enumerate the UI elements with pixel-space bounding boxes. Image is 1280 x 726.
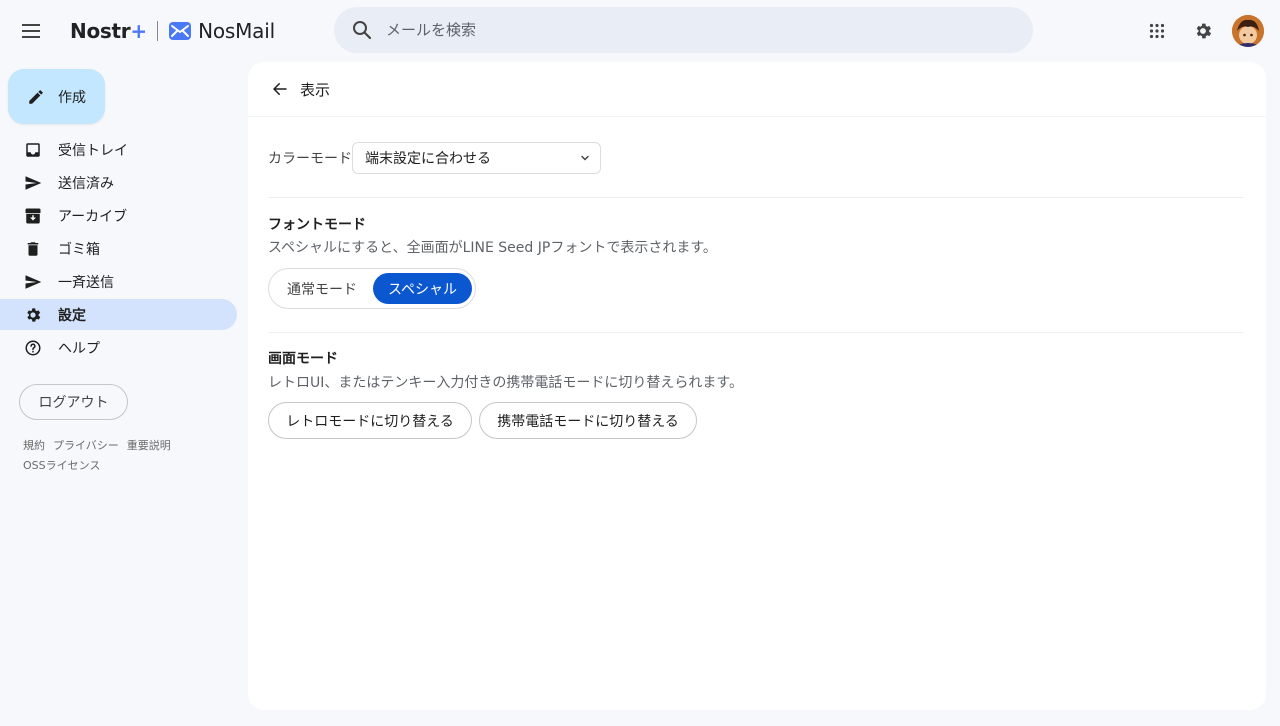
arrow-left-icon xyxy=(273,83,287,95)
compose-button[interactable]: 作成 xyxy=(8,69,105,124)
sidebar-item-label: 受信トレイ xyxy=(58,142,128,159)
apps-icon xyxy=(1149,23,1165,39)
sidebar-item-label: アーカイブ xyxy=(58,208,128,225)
brand-app-name: NosMail xyxy=(198,19,275,43)
screen-mode-title: 画面モード xyxy=(268,351,338,367)
font-mode-title: フォントモード xyxy=(268,217,366,233)
privacy-link[interactable]: プライバシー xyxy=(53,439,119,452)
sidebar-item-label: 一斉送信 xyxy=(58,274,114,291)
sidebar-item-help[interactable]: ヘルプ xyxy=(0,332,237,363)
divider xyxy=(268,332,1244,333)
color-mode-value: 端末設定に合わせる xyxy=(365,151,491,167)
search-bar[interactable] xyxy=(334,7,1033,53)
divider xyxy=(268,197,1244,198)
inbox-icon xyxy=(23,140,43,160)
brand-logo[interactable]: Nostr + NosMail xyxy=(70,16,275,46)
screen-mode-description: レトロUI、またはテンキー入力付きの携帯電話モードに切り替えられます。 xyxy=(268,375,743,391)
footer-links: 規約 プライバシー 重要説明 OSSライセンス xyxy=(23,436,179,476)
oss-license-link[interactable]: OSSライセンス xyxy=(23,459,100,472)
brand-nostr: Nostr xyxy=(70,19,131,43)
avatar[interactable] xyxy=(1232,15,1264,47)
sidebar-item-sent[interactable]: 送信済み xyxy=(0,167,237,198)
sidebar-item-label: ゴミ箱 xyxy=(58,241,100,258)
font-mode-normal-option[interactable]: 通常モード xyxy=(272,273,372,304)
sidebar-item-trash[interactable]: ゴミ箱 xyxy=(0,233,237,264)
sidebar-item-broadcast[interactable]: 一斉送信 xyxy=(0,266,237,297)
send-icon xyxy=(23,173,43,193)
chevron-down-icon xyxy=(581,155,589,161)
trash-icon xyxy=(23,239,43,259)
important-notice-link[interactable]: 重要説明 xyxy=(127,439,171,452)
phone-mode-button[interactable]: 携帯電話モードに切り替える xyxy=(479,402,697,439)
sidebar-item-label: 設定 xyxy=(58,307,86,324)
gear-icon xyxy=(23,305,43,325)
mail-icon xyxy=(169,22,192,40)
brand-separator xyxy=(157,21,159,41)
gear-icon xyxy=(1196,23,1212,39)
logout-button[interactable]: ログアウト xyxy=(19,384,128,420)
color-mode-label: カラーモード xyxy=(268,151,352,167)
pencil-icon xyxy=(29,89,43,104)
settings-button[interactable] xyxy=(1191,19,1215,43)
sidebar-item-settings[interactable]: 設定 xyxy=(0,299,237,330)
broadcast-icon xyxy=(23,272,43,292)
back-button[interactable] xyxy=(269,78,291,100)
help-icon xyxy=(23,338,43,358)
compose-label: 作成 xyxy=(58,89,86,106)
font-mode-toggle: 通常モード スペシャル xyxy=(268,268,476,309)
sidebar-nav: 受信トレイ 送信済み アーカイブ ゴミ箱 一斉送信 設定 ヘルプ xyxy=(0,134,237,365)
font-mode-description: スペシャルにすると、全画面がLINE Seed JPフォントで表示されます。 xyxy=(268,240,717,256)
sidebar-item-archive[interactable]: アーカイブ xyxy=(0,200,237,231)
font-mode-special-option[interactable]: スペシャル xyxy=(373,273,472,304)
sidebar-item-label: ヘルプ xyxy=(58,340,100,357)
page-title: 表示 xyxy=(300,80,331,99)
color-mode-select[interactable]: 端末設定に合わせる xyxy=(352,142,601,174)
panel-header: 表示 xyxy=(248,62,1266,117)
menu-icon xyxy=(22,24,40,38)
retro-mode-button[interactable]: レトロモードに切り替える xyxy=(268,402,472,439)
brand-plus: + xyxy=(130,19,148,43)
sidebar-item-label: 送信済み xyxy=(58,175,114,192)
terms-link[interactable]: 規約 xyxy=(23,439,45,452)
sidebar-item-inbox[interactable]: 受信トレイ xyxy=(0,134,237,165)
search-input[interactable] xyxy=(386,21,986,39)
apps-button[interactable] xyxy=(1145,19,1169,43)
archive-icon xyxy=(23,206,43,226)
settings-panel: 表示 カラーモード 端末設定に合わせる フォントモード スペシャルにすると、全画… xyxy=(248,62,1266,710)
main-menu-button[interactable] xyxy=(18,18,44,44)
color-mode-row: カラーモード 端末設定に合わせる xyxy=(268,142,601,174)
search-icon[interactable] xyxy=(350,18,374,42)
